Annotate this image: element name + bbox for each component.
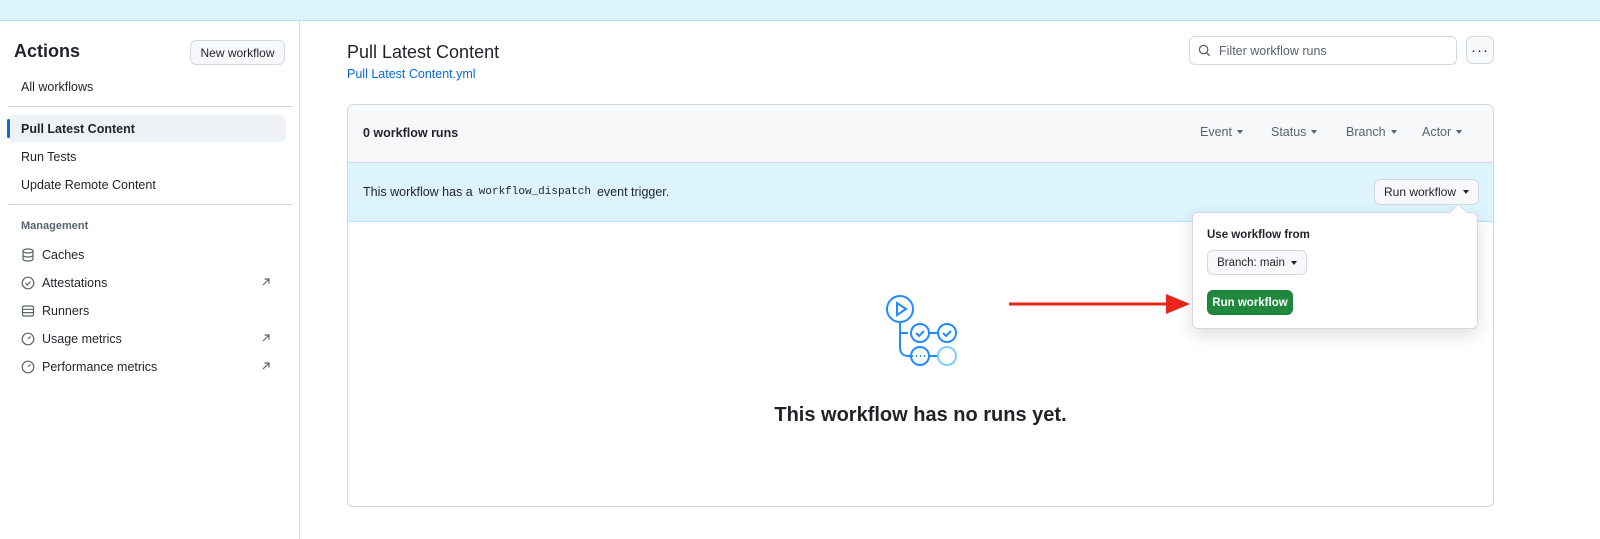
chevron-down-icon (1463, 190, 1470, 194)
sidebar-item-performance-metrics[interactable]: Performance metrics (8, 353, 286, 380)
event-filter[interactable]: Event (1200, 125, 1243, 139)
sidebar-item-label: Runners (42, 303, 90, 318)
dispatch-message: This workflow has a workflow_dispatch ev… (363, 185, 669, 199)
chevron-down-icon (1236, 130, 1243, 134)
run-workflow-dropdown[interactable]: Run workflow (1374, 179, 1479, 205)
search-icon (1198, 44, 1211, 57)
sidebar-divider (8, 204, 293, 205)
chevron-down-icon (1311, 130, 1318, 134)
check-circle-icon (21, 276, 35, 290)
runs-count: 0 workflow runs (363, 126, 459, 140)
runs-header: 0 workflow runs Event Status Branch Acto… (348, 105, 1493, 163)
external-link-icon (260, 360, 272, 372)
branch-filter[interactable]: Branch (1346, 125, 1397, 139)
sidebar-item-label: Usage metrics (42, 331, 122, 346)
sidebar-title: Actions (14, 41, 81, 61)
dispatch-code: workflow_dispatch (478, 186, 591, 198)
branch-filter-label: Branch (1346, 125, 1386, 139)
new-workflow-button[interactable]: New workflow (190, 40, 285, 65)
search-input[interactable] (1219, 43, 1439, 58)
status-filter-label: Status (1271, 125, 1307, 139)
filter-workflow-runs[interactable] (1189, 36, 1457, 65)
annotation-arrow-icon (1009, 294, 1190, 314)
sidebar-item-attestations[interactable]: Attestations (8, 269, 286, 296)
page-title: Pull Latest Content (347, 42, 500, 62)
dispatch-prefix: This workflow has a (363, 185, 473, 199)
sidebar-item-run-tests[interactable]: Run Tests (8, 143, 286, 170)
sidebar-item-label: Attestations (42, 275, 108, 290)
use-workflow-from-label: Use workflow from (1207, 229, 1310, 241)
external-link-icon (260, 332, 272, 344)
sidebar-item-update-remote-content[interactable]: Update Remote Content (8, 171, 286, 198)
sidebar-item-all-workflows[interactable]: All workflows (8, 73, 286, 100)
workflow-file-link[interactable]: Pull Latest Content.yml (347, 67, 476, 81)
meter-icon (21, 360, 35, 374)
sidebar-item-caches[interactable]: Caches (8, 241, 286, 268)
sidebar-item-pull-latest-content[interactable]: Pull Latest Content (7, 115, 286, 142)
empty-state-message: This workflow has no runs yet. (774, 404, 1067, 426)
top-banner (0, 0, 1600, 21)
run-workflow-button[interactable]: Run workflow (1207, 290, 1293, 315)
database-icon (21, 247, 35, 262)
external-link-icon (260, 276, 272, 288)
dispatch-suffix: event trigger. (596, 185, 670, 199)
sidebar-item-label: Caches (42, 247, 85, 262)
status-filter[interactable]: Status (1271, 125, 1318, 139)
chevron-down-icon (1290, 260, 1297, 265)
run-workflow-dropdown-label: Run workflow (1383, 185, 1457, 199)
chevron-down-icon (1456, 130, 1463, 134)
actor-filter-label: Actor (1422, 125, 1452, 139)
sidebar: Actions New workflow All workflows Pull … (0, 21, 300, 539)
actor-filter[interactable]: Actor (1422, 125, 1463, 139)
server-icon (21, 304, 35, 318)
workflow-illustration-icon (886, 295, 957, 366)
meter-icon (21, 332, 35, 346)
event-filter-label: Event (1200, 125, 1232, 139)
more-options-button[interactable]: ··· (1466, 36, 1494, 64)
sidebar-item-usage-metrics[interactable]: Usage metrics (8, 325, 286, 352)
branch-select-button[interactable]: Branch: main (1207, 250, 1307, 275)
chevron-down-icon (1390, 130, 1397, 134)
management-heading: Management (21, 220, 89, 232)
sidebar-divider (8, 106, 293, 107)
run-workflow-popover: Use workflow from Branch: main Run workf… (1192, 212, 1478, 329)
branch-select-label: Branch: main (1217, 256, 1285, 269)
sidebar-item-runners[interactable]: Runners (8, 297, 286, 324)
sidebar-item-label: Performance metrics (42, 359, 158, 374)
